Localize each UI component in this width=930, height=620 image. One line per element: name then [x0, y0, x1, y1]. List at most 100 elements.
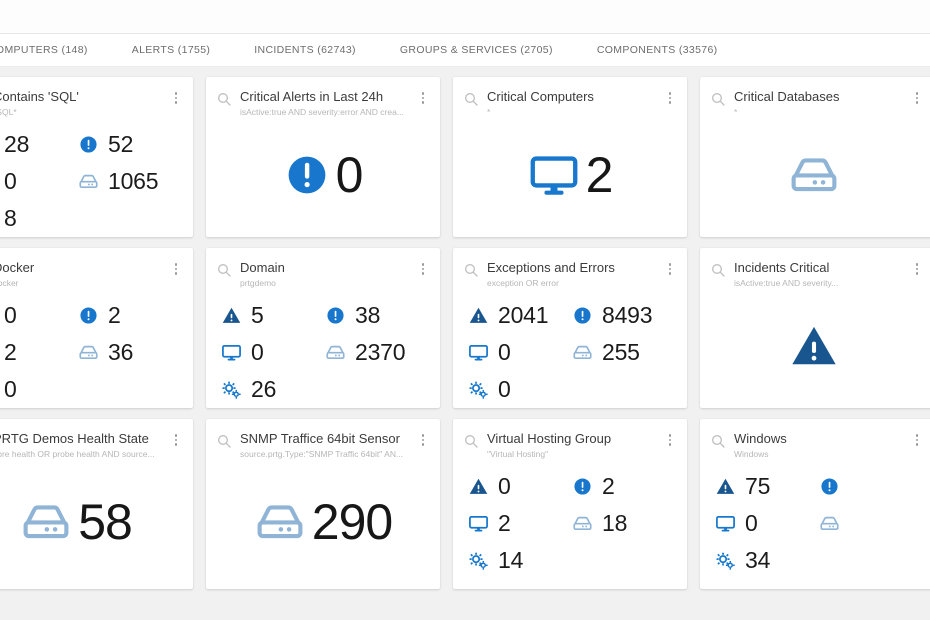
- metric-monitor: 2: [0, 336, 77, 368]
- search-icon: [216, 262, 232, 283]
- metric-info: 2: [77, 299, 193, 331]
- metric-value: 2: [585, 147, 614, 203]
- card-menu-button[interactable]: [169, 90, 183, 106]
- card-metrics: 2041 8493 0 255 0: [453, 289, 687, 405]
- dashboard-card[interactable]: PRTG Demos Health State core health OR pr…: [0, 419, 193, 589]
- card-subtitle: *: [734, 107, 738, 117]
- card-title: Windows: [734, 431, 787, 446]
- info-icon: [571, 304, 593, 326]
- server-icon: [20, 496, 72, 548]
- card-title: Docker: [0, 260, 35, 275]
- card-subtitle: exception OR error: [487, 278, 559, 288]
- card-primary-metric: [700, 118, 930, 232]
- tab-groups[interactable]: GROUPS & SERVICES (2705): [400, 44, 553, 56]
- gears-icon: [467, 549, 489, 571]
- dashboard-card[interactable]: SNMP Traffice 64bit Sensor source.prtg.Ty…: [206, 419, 440, 589]
- card-primary-metric: [700, 289, 930, 403]
- dashboard-card[interactable]: Incidents Critical isActive:true AND seve…: [700, 248, 930, 408]
- metric-value: 5: [251, 301, 264, 328]
- dashboard-card[interactable]: Exceptions and Errors exception OR error …: [453, 248, 687, 408]
- alert-circle-icon: [284, 152, 330, 198]
- card-menu-button[interactable]: [663, 432, 677, 448]
- dashboard-card[interactable]: Contains 'SQL' *SQL* 28 52 0 1065: [0, 77, 193, 237]
- metric-value: 75: [745, 472, 771, 499]
- metric-value: 52: [108, 130, 134, 157]
- dashboard-row: Docker docker 0 2 2 36: [0, 248, 930, 408]
- card-subtitle: Windows: [734, 449, 769, 459]
- card-title: Exceptions and Errors: [487, 260, 615, 275]
- card-menu-button[interactable]: [416, 90, 430, 106]
- dashboard-board: Contains 'SQL'*SQL* 28 52 0 1065: [0, 67, 930, 620]
- monitor-icon: [528, 149, 580, 201]
- card-menu-button[interactable]: [416, 432, 430, 448]
- card-metrics: 0 2 2 36 0: [0, 289, 193, 405]
- tab-alerts[interactable]: ALERTS (1755): [132, 44, 210, 56]
- metric-info: 8493: [571, 299, 687, 331]
- tab-computers[interactable]: COMPUTERS (148): [0, 44, 88, 56]
- card-subtitle: *SQL*: [0, 107, 17, 117]
- monitor-icon: [467, 512, 489, 534]
- gears-icon: [714, 549, 736, 571]
- monitor-icon: [220, 341, 242, 363]
- card-menu-button[interactable]: [663, 261, 677, 277]
- dashboard-card[interactable]: Critical Databases *: [700, 77, 930, 237]
- server-icon: [77, 341, 99, 363]
- metric-value: 0: [4, 167, 17, 194]
- card-title: Contains 'SQL': [0, 89, 79, 104]
- card-menu-button[interactable]: [910, 90, 924, 106]
- card-menu-button[interactable]: [663, 90, 677, 106]
- metric-server: 18: [571, 507, 687, 539]
- metric-warning: 0: [467, 470, 571, 502]
- dashboard-card[interactable]: Critical Alerts in Last 24h isActive:true…: [206, 77, 440, 237]
- metric-gears: 26: [220, 373, 324, 405]
- warning-icon: [714, 475, 736, 497]
- server-icon: [254, 496, 306, 548]
- metric-server: 1065: [77, 165, 193, 197]
- metric-value: 2: [498, 509, 511, 536]
- metric-server: 36: [77, 336, 193, 368]
- info-icon: [571, 475, 593, 497]
- metric-monitor: 0: [0, 165, 77, 197]
- card-subtitle: *: [487, 107, 491, 117]
- metric-server: [818, 507, 930, 539]
- metric-value: 1065: [108, 167, 159, 194]
- server-icon: [324, 341, 346, 363]
- metric-monitor: 2: [467, 507, 571, 539]
- search-icon: [463, 433, 479, 454]
- dashboard-card[interactable]: Docker docker 0 2 2 36: [0, 248, 193, 408]
- card-primary-metric: 58: [0, 460, 193, 584]
- metric-server: 255: [571, 336, 687, 368]
- dashboard-card[interactable]: Virtual Hosting Group "Virtual Hosting" 0…: [453, 419, 687, 589]
- warning-icon: [220, 304, 242, 326]
- card-menu-button[interactable]: [910, 432, 924, 448]
- dashboard-card[interactable]: Windows Windows 75 0 34: [700, 419, 930, 589]
- metric-value: 0: [4, 375, 17, 402]
- card-menu-button[interactable]: [910, 261, 924, 277]
- tab-incidents[interactable]: INCIDENTS (62743): [254, 44, 356, 56]
- card-menu-button[interactable]: [416, 261, 430, 277]
- metric-value: 0: [335, 147, 364, 203]
- metric-value: 58: [78, 494, 133, 550]
- metric-warning: 5: [220, 299, 324, 331]
- search-icon: [710, 433, 726, 454]
- server-icon: [571, 512, 593, 534]
- dashboard-card[interactable]: Domain prtgdemo 5 38 0 2370 26: [206, 248, 440, 408]
- tab-components[interactable]: COMPONENTS (33576): [597, 44, 718, 56]
- card-title: Incidents Critical: [734, 260, 830, 275]
- dashboard-card[interactable]: Critical Computers * 2: [453, 77, 687, 237]
- card-menu-button[interactable]: [169, 261, 183, 277]
- metric-value: 26: [251, 375, 277, 402]
- dashboard-row: Contains 'SQL'*SQL* 28 52 0 1065: [0, 77, 930, 237]
- card-metrics: 5 38 0 2370 26: [206, 289, 440, 405]
- card-subtitle: prtgdemo: [240, 278, 276, 288]
- server-icon: [788, 149, 840, 201]
- metric-value: 14: [498, 546, 524, 573]
- server-icon: [571, 341, 593, 363]
- metric-value: 18: [602, 509, 628, 536]
- metric-info: [818, 470, 930, 502]
- metric-warning: 75: [714, 470, 818, 502]
- search-icon: [463, 91, 479, 112]
- card-primary-metric: 2: [453, 118, 687, 232]
- card-menu-button[interactable]: [169, 432, 183, 448]
- card-title: Domain: [240, 260, 285, 275]
